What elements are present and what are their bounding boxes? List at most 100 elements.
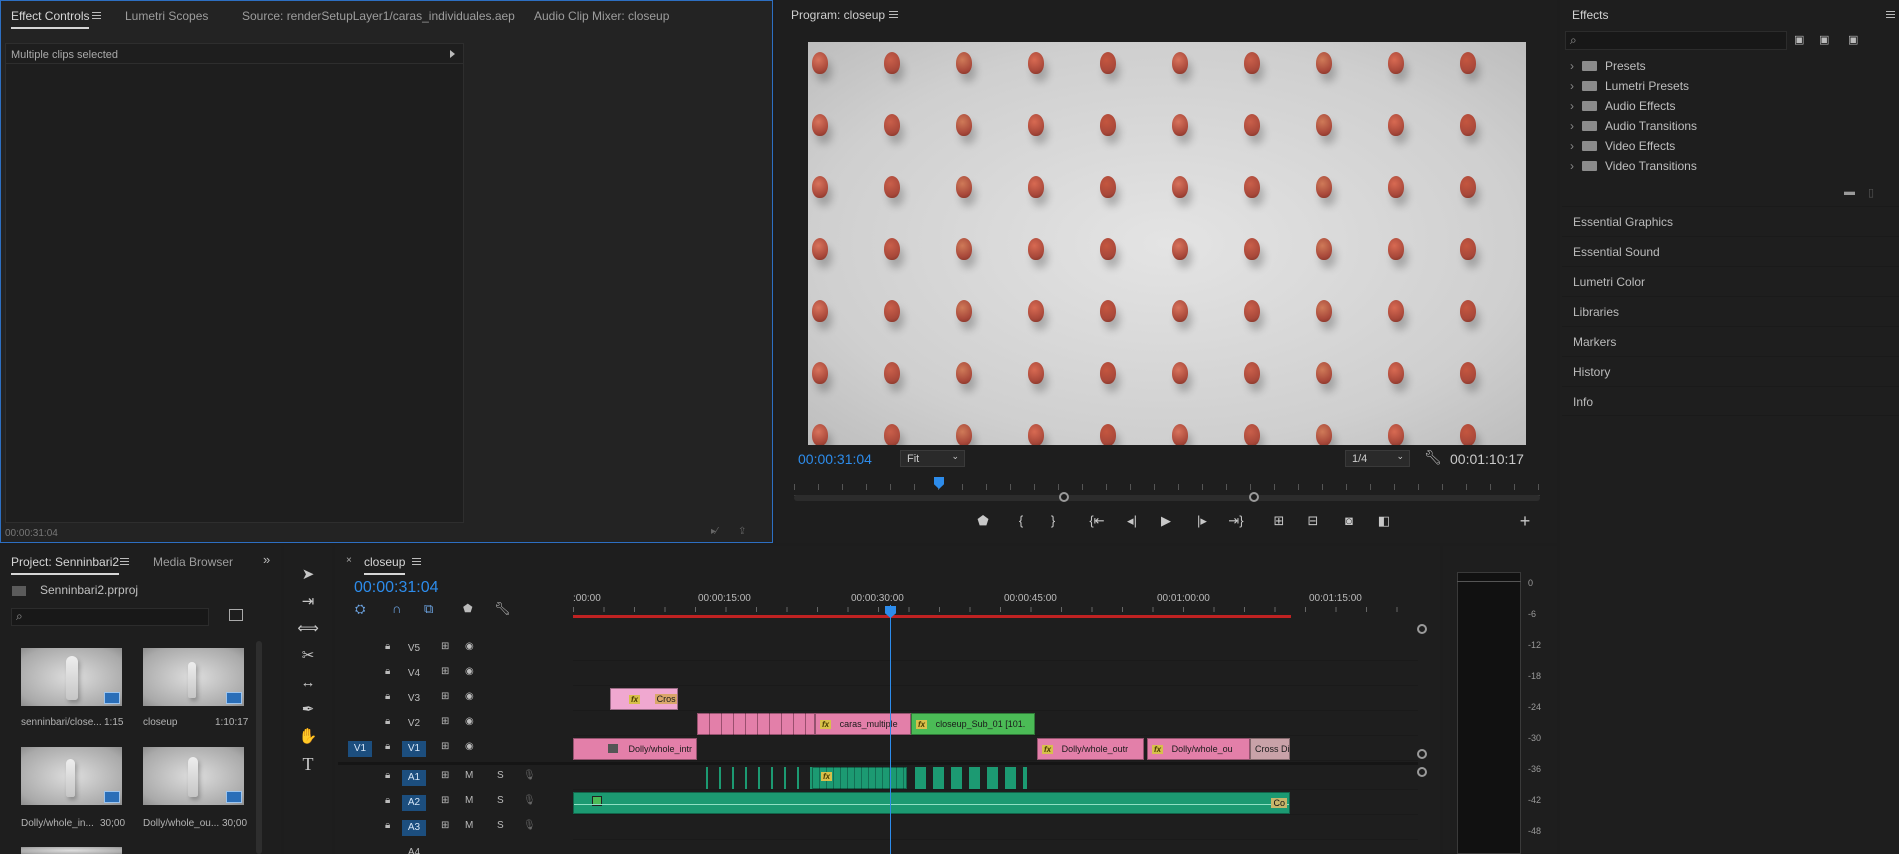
tab-lumetri-scopes[interactable]: Lumetri Scopes xyxy=(125,9,208,23)
lock-icon[interactable]: 🔒︎ xyxy=(385,795,390,806)
mute-button[interactable]: M xyxy=(465,795,473,806)
track-lane-a3[interactable] xyxy=(573,816,1418,840)
trash-icon[interactable]: ▯ xyxy=(1868,186,1874,199)
eye-icon[interactable]: ◉ xyxy=(465,741,474,752)
track-lane-v1[interactable] xyxy=(573,737,1418,761)
eye-icon[interactable]: ◉ xyxy=(465,691,474,702)
timeline-menu-icon[interactable] xyxy=(412,558,421,565)
type-tool-icon[interactable]: T xyxy=(297,753,319,775)
track-header-v1[interactable]: V1 🔒︎ V1 ⊞ ◉ xyxy=(338,737,573,761)
source-patch-v1[interactable]: V1 xyxy=(348,741,372,757)
microphone-icon[interactable]: 🎙︎ xyxy=(523,795,536,806)
sync-lock-icon[interactable]: ⊞ xyxy=(441,795,449,806)
track-header-a4[interactable]: A4 xyxy=(338,841,573,854)
section-essential-sound[interactable]: Essential Sound xyxy=(1562,236,1899,266)
track-header-a1[interactable]: 🔒︎ A1 ⊞ M S 🎙︎ xyxy=(338,766,573,790)
solo-button[interactable]: S xyxy=(497,820,504,831)
project-item-thumbnail[interactable] xyxy=(21,847,122,854)
track-lane-v5[interactable] xyxy=(573,637,1418,661)
program-zoom-bar[interactable] xyxy=(794,492,1540,502)
step-back-icon[interactable]: ◂| xyxy=(1122,513,1142,531)
tab-source[interactable]: Source: renderSetupLayer1/caras_individu… xyxy=(242,9,515,23)
eye-icon[interactable]: ◉ xyxy=(465,666,474,677)
timeline-audio-a1-segments[interactable] xyxy=(695,767,815,789)
timeline-clip-v2-caras[interactable]: fx caras_multiple xyxy=(815,713,911,735)
microphone-icon[interactable]: 🎙︎ xyxy=(523,820,536,831)
mark-in-icon[interactable]: { xyxy=(1011,513,1031,531)
section-markers[interactable]: Markers xyxy=(1562,326,1899,356)
lock-icon[interactable]: 🔒︎ xyxy=(385,741,390,752)
solo-button[interactable]: S xyxy=(497,795,504,806)
wrench-icon[interactable]: 🔧︎ xyxy=(1424,449,1442,466)
effects-folder-audio-effects[interactable]: › Audio Effects xyxy=(1570,99,1676,119)
tab-media-browser[interactable]: Media Browser xyxy=(153,555,233,569)
zoom-handle-left[interactable] xyxy=(1059,492,1069,502)
lock-icon[interactable]: 🔒︎ xyxy=(385,666,390,677)
track-label[interactable]: A2 xyxy=(402,795,426,811)
selection-tool-icon[interactable]: ➤ xyxy=(297,564,319,586)
lock-icon[interactable]: 🔒︎ xyxy=(385,641,390,652)
work-area-bar[interactable] xyxy=(573,615,1291,618)
track-label[interactable]: A3 xyxy=(402,820,426,836)
tab-project[interactable]: Project: Senninbari2 xyxy=(11,555,120,575)
new-bin-icon[interactable]: ▬ xyxy=(1844,186,1855,198)
nest-icon[interactable]: ⛭ xyxy=(355,601,365,617)
program-mini-timeline[interactable] xyxy=(794,476,1540,496)
expand-panels-icon[interactable]: » xyxy=(263,552,270,567)
mark-out-icon[interactable]: } xyxy=(1043,513,1063,531)
effects-title[interactable]: Effects xyxy=(1572,8,1608,22)
pen-tool-icon[interactable]: ✒ xyxy=(297,699,319,721)
effects-folder-presets[interactable]: › Presets xyxy=(1570,59,1646,79)
timeline-timecode[interactable]: 00:00:31:04 xyxy=(354,579,439,597)
timeline-audio-a1-main[interactable]: fx xyxy=(812,767,907,789)
solo-button[interactable]: S xyxy=(497,770,504,781)
slip-tool-icon[interactable]: ↔ xyxy=(297,672,319,694)
tab-effect-controls[interactable]: Effect Controls xyxy=(11,9,90,29)
program-menu-icon[interactable] xyxy=(889,11,898,18)
snap-icon[interactable]: ∩ xyxy=(392,601,401,616)
section-essential-graphics[interactable]: Essential Graphics xyxy=(1562,206,1899,236)
lock-icon[interactable]: 🔒︎ xyxy=(385,770,390,781)
microphone-icon[interactable]: 🎙︎ xyxy=(523,770,536,781)
go-to-out-icon[interactable]: ⇥} xyxy=(1226,513,1246,531)
track-lane-v4[interactable] xyxy=(573,662,1418,686)
track-header-a3[interactable]: 🔒︎ A3 ⊞ M S 🎙︎ xyxy=(338,816,573,840)
comparison-view-icon[interactable]: ◧ xyxy=(1374,513,1394,531)
ripple-edit-tool-icon[interactable]: ⟺ xyxy=(297,618,319,640)
play-icon[interactable]: ▶ xyxy=(1156,513,1176,531)
project-item-thumbnail[interactable] xyxy=(21,747,122,805)
accelerated-effects-icon[interactable]: ▣ xyxy=(1794,33,1804,46)
close-tab-icon[interactable]: × xyxy=(346,555,352,566)
extract-icon[interactable]: ⊟ xyxy=(1303,513,1323,531)
track-header-v4[interactable]: 🔒︎ V4 ⊞ ◉ xyxy=(338,662,573,686)
section-history[interactable]: History xyxy=(1562,356,1899,386)
timeline-zoom-handle-audio[interactable] xyxy=(1417,767,1427,777)
timeline-clip-v1-intro[interactable]: Dolly/whole_intr xyxy=(573,738,697,760)
camera-icon[interactable]: ◙ xyxy=(1339,513,1359,531)
linked-selection-icon[interactable]: ⧉ xyxy=(424,601,433,617)
panel-menu-icon[interactable] xyxy=(92,12,101,19)
effects-folder-video-transitions[interactable]: › Video Transitions xyxy=(1570,159,1697,179)
project-item-thumbnail[interactable] xyxy=(143,747,244,805)
step-forward-icon[interactable]: |▸ xyxy=(1192,513,1212,531)
project-menu-icon[interactable] xyxy=(120,558,129,565)
effects-folder-audio-transitions[interactable]: › Audio Transitions xyxy=(1570,119,1697,139)
timeline-ruler[interactable]: :00:00 00:00:15:00 00:00:30:00 00:00:45:… xyxy=(573,588,1418,620)
tab-audio-clip-mixer[interactable]: Audio Clip Mixer: closeup xyxy=(534,9,669,23)
sync-lock-icon[interactable]: ⊞ xyxy=(441,770,449,781)
timeline-clip-v3[interactable]: fx Cros xyxy=(610,688,678,710)
timeline-clip-v2-segments[interactable] xyxy=(697,713,815,735)
timeline-audio-a2[interactable]: Co xyxy=(573,792,1290,814)
project-item-thumbnail[interactable] xyxy=(21,648,122,706)
project-item-thumbnail[interactable] xyxy=(143,648,244,706)
add-marker-icon[interactable]: ⬟ xyxy=(463,602,473,615)
program-current-timecode[interactable]: 00:00:31:04 xyxy=(798,451,872,467)
cross-dissolve-transition[interactable]: Cross Dis xyxy=(1250,738,1290,760)
fit-dropdown[interactable]: Fit ⌄ xyxy=(900,450,965,467)
export-frame-icon[interactable]: ▸⁄ xyxy=(711,526,718,537)
timeline-settings-icon[interactable]: 🔧︎ xyxy=(494,601,511,617)
timeline-clip-v1-outro[interactable]: fx Dolly/whole_outr xyxy=(1037,738,1144,760)
effects-search-input[interactable]: ⌕ xyxy=(1565,31,1787,50)
lock-icon[interactable]: 🔒︎ xyxy=(385,820,390,831)
track-label[interactable]: V1 xyxy=(402,741,426,757)
